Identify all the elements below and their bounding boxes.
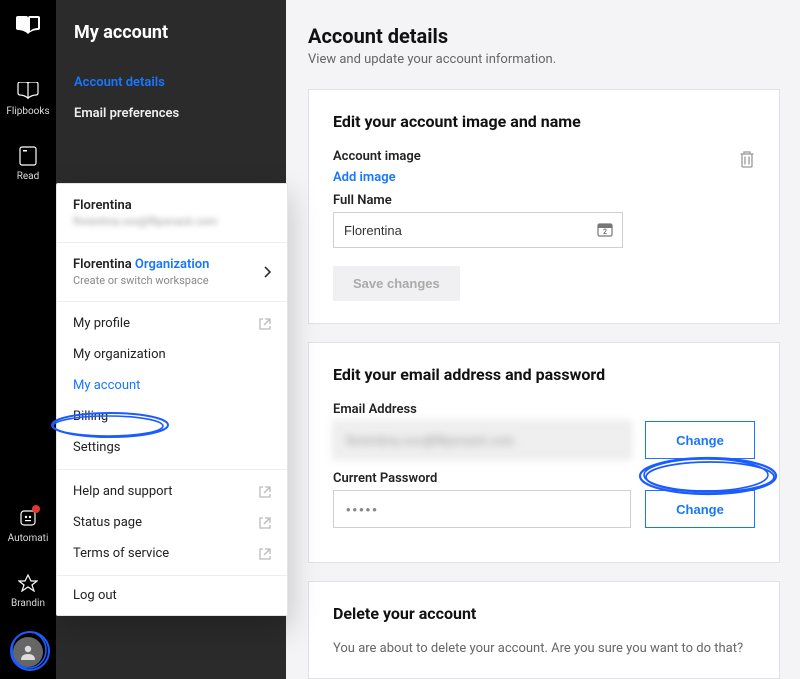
full-name-input[interactable] [333,212,623,248]
chevron-right-icon [263,266,271,278]
rail-item-automation[interactable]: Automati [8,507,49,544]
flipbooks-icon [17,80,39,102]
notification-badge [32,505,40,513]
dd-item-settings[interactable]: Settings [57,432,287,463]
dd-item-terms[interactable]: Terms of service [57,538,287,569]
dd-org-title: Florentina Organization [73,257,209,272]
dd-item-label: Terms of service [73,546,169,561]
card-title: Edit your account image and name [333,112,755,131]
dd-item-label: Help and support [73,484,173,499]
input-adornment-icon: 2 [597,222,613,238]
card-title: Edit your email address and password [333,365,755,384]
password-input[interactable] [333,490,631,528]
change-email-button[interactable]: Change [645,421,755,459]
dd-item-label: My organization [73,347,166,362]
nav-account-details[interactable]: Account details [74,67,268,98]
rail-bottom: Automati Brandin [8,507,49,679]
dd-item-help[interactable]: Help and support [57,476,287,507]
label-full-name: Full Name [333,193,755,208]
delete-body: You are about to delete your account. Ar… [333,641,755,656]
rail-item-branding[interactable]: Brandin [11,572,45,609]
rail-label: Flipbooks [6,106,49,117]
nav-email-preferences[interactable]: Email preferences [74,98,268,129]
avatar-button[interactable] [13,637,43,667]
dd-item-label: Billing [73,409,108,424]
dd-item-status-page[interactable]: Status page [57,507,287,538]
rail-label: Brandin [11,598,45,609]
card-email-password: Edit your email address and password Ema… [308,342,780,563]
dd-item-my-organization[interactable]: My organization [57,339,287,370]
dd-user-name: Florentina [73,198,271,213]
card-account-image-name: Edit your account image and name Account… [308,89,780,324]
dd-item-label: Settings [73,440,120,455]
avatar-icon [19,643,37,661]
dd-item-my-profile[interactable]: My profile [57,308,287,339]
nav-rail: Flipbooks Read Automati Brandin [0,0,56,679]
dd-item-billing[interactable]: Billing [57,401,287,432]
dd-user-email: florentina.xxx@flipsnack.com [73,215,271,228]
rail-item-read[interactable]: Read [17,145,40,182]
dd-org-sub: Create or switch workspace [73,274,209,287]
sidebar-title: My account [74,22,268,43]
main-content: Account details View and update your acc… [286,0,800,679]
rail-label: Read [17,171,40,182]
account-dropdown: Florentina florentina.xxx@flipsnack.com … [56,183,288,616]
dd-org-section[interactable]: Florentina Organization Create or switch… [57,243,287,302]
dd-item-my-account[interactable]: My account [57,370,287,401]
card-delete-account: Delete your account You are about to del… [308,581,780,679]
dd-item-label: My profile [73,316,130,331]
change-password-button[interactable]: Change [645,490,755,528]
external-link-icon [259,318,271,330]
trash-icon [739,150,755,168]
dd-user-section: Florentina florentina.xxx@flipsnack.com [57,184,287,243]
branding-icon [17,572,39,594]
delete-image-button[interactable] [739,150,755,168]
external-link-icon [259,486,271,498]
card-title: Delete your account [333,604,755,623]
dd-list-account: My profile My organization My account Bi… [57,302,287,470]
dd-item-label: Status page [73,515,142,530]
read-icon [17,145,39,167]
save-changes-button: Save changes [333,266,460,301]
rail-label: Automati [8,533,49,544]
page-subtitle: View and update your account information… [308,52,780,67]
label-password: Current Password [333,471,755,486]
email-input[interactable] [333,421,631,459]
dd-item-label: My account [73,378,140,393]
add-image-link[interactable]: Add image [333,170,755,185]
svg-text:2: 2 [603,228,607,236]
dd-item-logout[interactable]: Log out [57,576,287,615]
label-email: Email Address [333,402,755,417]
rail-item-flipbooks[interactable]: Flipbooks [6,80,49,117]
external-link-icon [259,548,271,560]
label-account-image: Account image [333,149,421,164]
app-logo[interactable] [14,12,42,40]
external-link-icon [259,517,271,529]
page-title: Account details [308,24,780,48]
dd-list-support: Help and support Status page Terms of se… [57,470,287,576]
